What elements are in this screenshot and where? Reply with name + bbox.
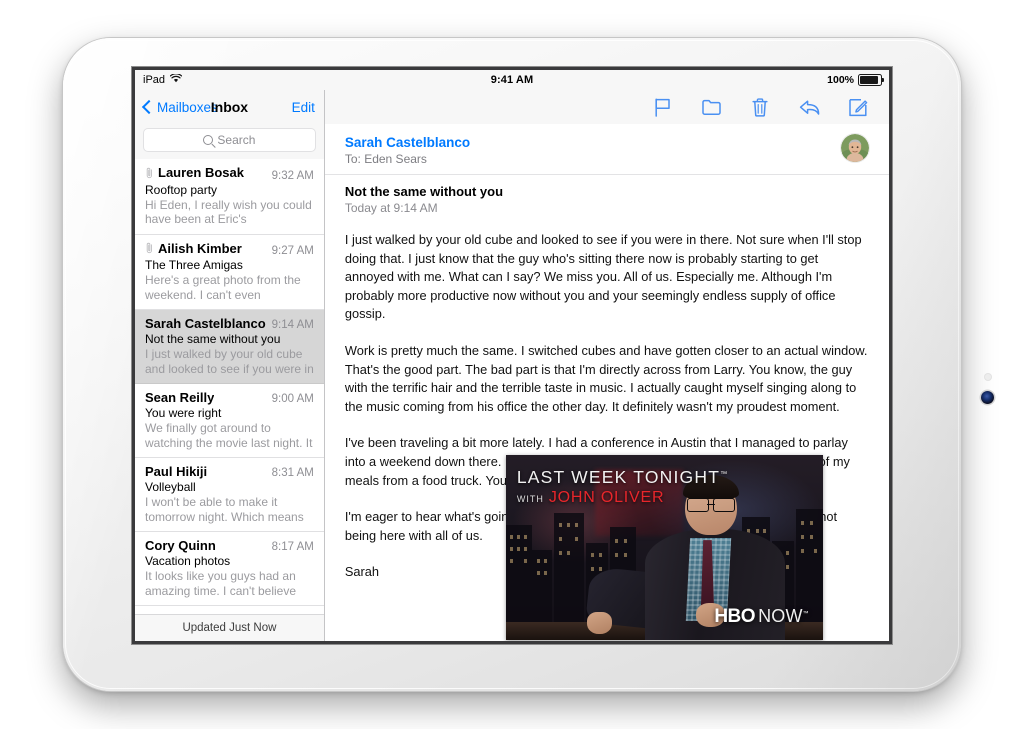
list-item-sender-wrap: Lauren Bosak <box>145 165 244 180</box>
trash-icon[interactable] <box>749 96 771 118</box>
ipad-screen: iPad 9:41 AM 100% Mailboxes <box>135 70 889 641</box>
search-icon <box>203 135 213 145</box>
host-glasses <box>687 498 735 510</box>
battery-percent-label: 100% <box>827 74 854 86</box>
hbo-wordmark: HBO <box>714 606 755 628</box>
list-item-subject: Vacation photos <box>145 554 314 568</box>
avatar <box>841 134 869 162</box>
flag-icon[interactable] <box>651 96 673 118</box>
list-item-subject: The Three Amigas <box>145 258 314 272</box>
message-list-item[interactable]: Paul Hikiji 8:31 AMVolleyballI won't be a… <box>135 458 324 532</box>
promo-show-title: LAST WEEK TONIGHT™ <box>517 467 727 488</box>
message-date: Today at 9:14 AM <box>345 201 869 215</box>
message-recipient: To: Eden Sears <box>345 152 470 166</box>
message-list-item[interactable]: Ailish Kimber 9:27 AMThe Three AmigasHere… <box>135 235 324 311</box>
attachment-icon <box>145 242 154 254</box>
list-item-preview: We finally got around to watching the mo… <box>145 421 314 450</box>
list-item-top-row: Sarah Castelblanco 9:14 AM <box>145 316 314 331</box>
list-item-sender: Cory Quinn <box>145 538 216 553</box>
host-left-hand <box>587 612 612 634</box>
split-view: Mailboxes Inbox Edit Search Lauren Bosak… <box>135 90 889 641</box>
list-item-top-row: Lauren Bosak 9:32 AM <box>145 165 314 182</box>
search-placeholder: Search <box>217 133 255 147</box>
list-item-sender-wrap: Ailish Kimber <box>145 241 242 256</box>
list-item-time: 9:27 AM <box>272 245 314 257</box>
list-item-top-row: Paul Hikiji 8:31 AM <box>145 464 314 479</box>
chevron-left-icon <box>142 100 156 114</box>
hbo-now-logo: HBO NOW™ <box>714 606 809 628</box>
list-item-time: 9:14 AM <box>272 319 314 331</box>
list-item-sender-wrap: Sarah Castelblanco <box>145 316 266 331</box>
list-item-top-row: Kelly Robinson8:06 AM <box>145 612 314 614</box>
folder-icon[interactable] <box>700 96 722 118</box>
now-wordmark: NOW™ <box>758 606 809 627</box>
list-item-sender-wrap: Cory Quinn <box>145 538 216 553</box>
ambient-light-sensor <box>985 374 991 380</box>
status-bar-clock: 9:41 AM <box>135 74 889 86</box>
attachment-image-last-week-tonight[interactable]: LAST WEEK TONIGHT™ WITH JOHN OLIVER HBO … <box>506 455 823 640</box>
message-list-item[interactable]: Cory Quinn 8:17 AMVacation photosIt looks… <box>135 532 324 606</box>
message-detail-pane: Sarah Castelblanco To: Eden Sears <box>325 90 889 641</box>
status-bar: iPad 9:41 AM 100% <box>135 70 889 90</box>
promo-with-label: WITH <box>517 494 544 504</box>
list-item-sender: Lauren Bosak <box>158 165 244 180</box>
list-item-subject: Volleyball <box>145 480 314 494</box>
list-item-preview: It looks like you guys had an amazing ti… <box>145 569 314 598</box>
message-subject: Not the same without you <box>345 184 869 199</box>
message-list-item[interactable]: Kelly Robinson8:06 AMLost and found <box>135 606 324 614</box>
front-camera <box>981 391 994 404</box>
list-item-sender-wrap: Kelly Robinson <box>145 612 240 614</box>
attachment-icon <box>145 167 154 179</box>
promo-host-line: WITH JOHN OLIVER <box>517 489 665 507</box>
message-list-item[interactable]: Lauren Bosak 9:32 AMRooftop partyHi Eden,… <box>135 159 324 235</box>
list-item-sender: Sarah Castelblanco <box>145 316 266 331</box>
mailboxes-back-button[interactable]: Mailboxes <box>144 100 218 115</box>
message-toolbar <box>325 90 889 124</box>
message-paragraph: Work is pretty much the same. I switched… <box>345 342 869 416</box>
list-item-sender-wrap: Paul Hikiji <box>145 464 207 479</box>
list-item-time: 9:00 AM <box>272 393 314 405</box>
list-item-subject: You were right <box>145 406 314 420</box>
list-item-preview: I won't be able to make it tomorrow nigh… <box>145 495 314 524</box>
list-item-top-row: Ailish Kimber 9:27 AM <box>145 241 314 258</box>
list-item-preview: I just walked by your old cube and looke… <box>145 347 314 376</box>
status-bar-right: 100% <box>827 74 882 86</box>
message-header-text: Sarah Castelblanco To: Eden Sears <box>345 134 470 166</box>
message-list[interactable]: Lauren Bosak 9:32 AMRooftop partyHi Eden,… <box>135 159 324 614</box>
message-sender[interactable]: Sarah Castelblanco <box>345 134 470 151</box>
list-item-time: 8:31 AM <box>272 467 314 479</box>
list-item-time: 9:32 AM <box>272 170 314 182</box>
message-list-item[interactable]: Sean Reilly 9:00 AMYou were rightWe final… <box>135 384 324 458</box>
mailboxes-back-label: Mailboxes <box>157 100 218 115</box>
list-item-sender: Ailish Kimber <box>158 241 242 256</box>
message-header: Sarah Castelblanco To: Eden Sears <box>325 124 889 175</box>
list-item-time: 8:17 AM <box>272 541 314 553</box>
list-item-sender: Sean Reilly <box>145 390 214 405</box>
list-item-preview: Hi Eden, I really wish you could have be… <box>145 198 314 227</box>
list-item-top-row: Sean Reilly 9:00 AM <box>145 390 314 405</box>
search-bar-container: Search <box>135 124 324 159</box>
message-paragraph: I just walked by your old cube and looke… <box>345 231 869 324</box>
reply-icon[interactable] <box>798 96 820 118</box>
battery-icon <box>858 74 882 86</box>
sidebar-navigation-bar: Mailboxes Inbox Edit <box>135 90 324 124</box>
list-item-preview: Here's a great photo from the weekend. I… <box>145 273 314 302</box>
mail-sidebar: Mailboxes Inbox Edit Search Lauren Bosak… <box>135 90 325 641</box>
message-subject-block: Not the same without you Today at 9:14 A… <box>325 175 889 221</box>
list-item-top-row: Cory Quinn 8:17 AM <box>145 538 314 553</box>
sidebar-status-footer: Updated Just Now <box>135 614 324 641</box>
list-item-sender-wrap: Sean Reilly <box>145 390 214 405</box>
search-input[interactable]: Search <box>143 128 316 152</box>
promo-host-name: JOHN OLIVER <box>549 489 665 507</box>
edit-button[interactable]: Edit <box>292 100 315 115</box>
list-item-sender: Paul Hikiji <box>145 464 207 479</box>
list-item-subject: Rooftop party <box>145 183 314 197</box>
compose-icon[interactable] <box>847 96 869 118</box>
list-item-sender: Kelly Robinson <box>145 612 240 614</box>
list-item-subject: Not the same without you <box>145 332 314 346</box>
message-list-item[interactable]: Sarah Castelblanco 9:14 AMNot the same wi… <box>135 310 324 384</box>
